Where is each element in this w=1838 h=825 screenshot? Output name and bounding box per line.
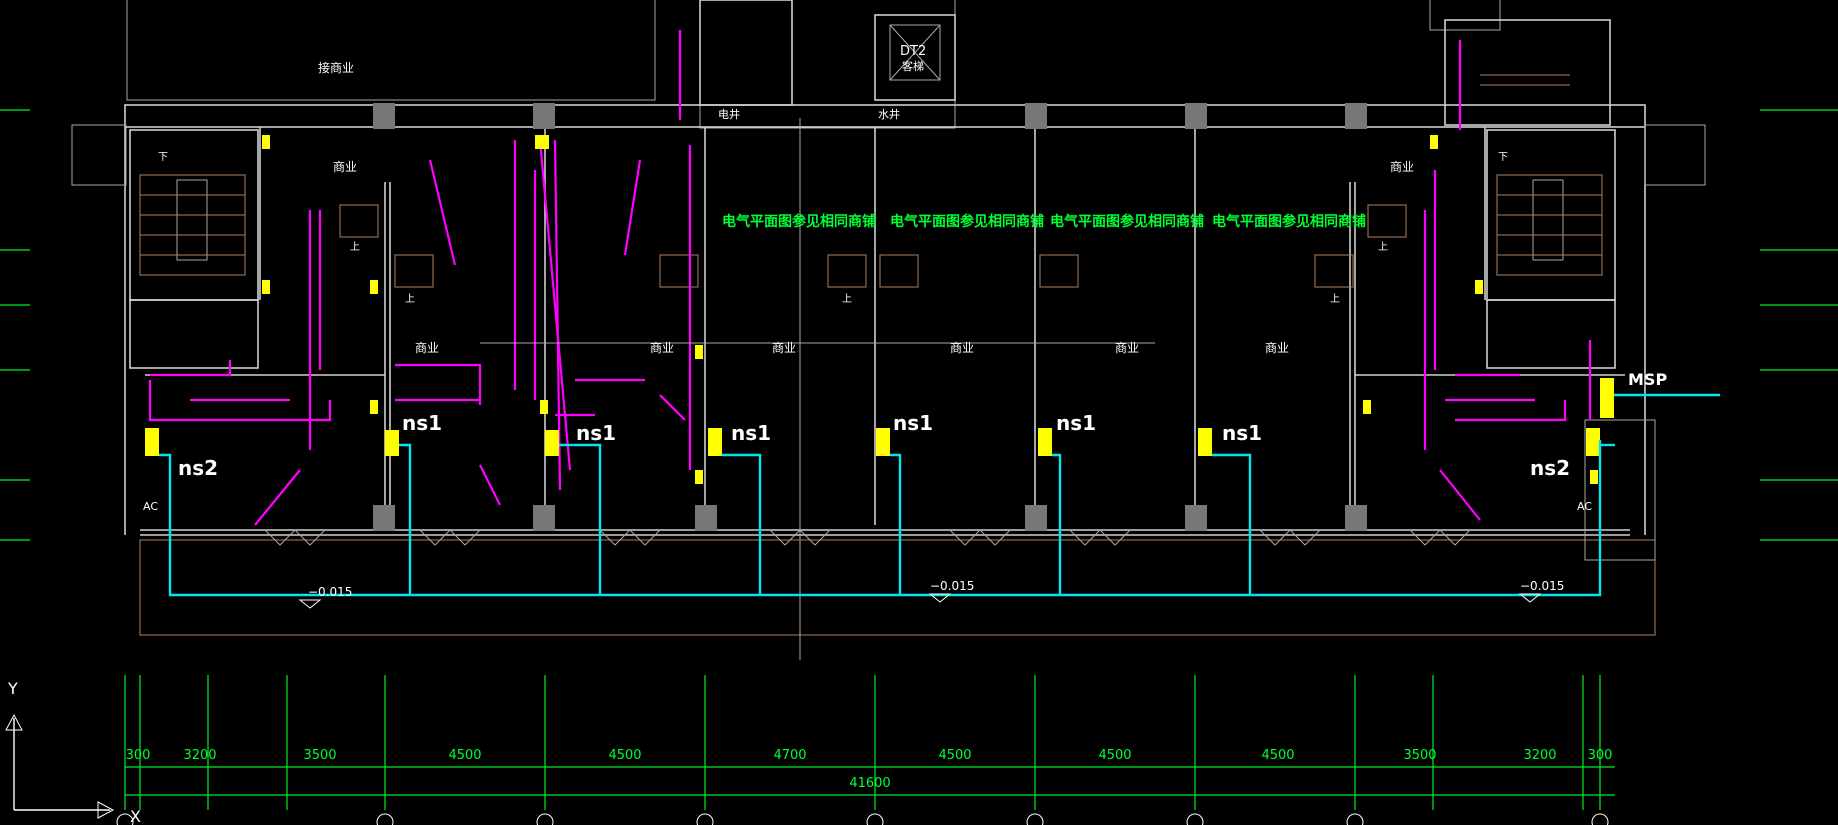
outer-walls (71, 104, 1706, 636)
panel-labels: ns2 ns1 ns1 ns1 ns1 ns1 ns1 ns2 MSP AC A… (143, 370, 1667, 513)
room-label: 商业 (1115, 340, 1139, 355)
dimension-bay: 3200 (183, 748, 216, 763)
note-text: 电气平面图参见相同商铺 (1212, 213, 1366, 230)
dimension-bay: 300 (1588, 748, 1613, 763)
panel-label-ns1: ns1 (402, 411, 442, 435)
cad-drawing: 商业 商业 商业 商业 商业 商业 商业 商业 接商业 电井 水井 DT2 客梯… (0, 0, 1838, 825)
panel-label-ns1: ns1 (893, 411, 933, 435)
note-text: 电气平面图参见相同商铺 (722, 213, 876, 230)
reference-notes: 电气平面图参见相同商铺 电气平面图参见相同商铺 电气平面图参见相同商铺 电气平面… (722, 213, 1366, 230)
stair-up-label: 上 (1378, 241, 1388, 253)
axis-bubble (536, 813, 554, 825)
axis-bubble (376, 813, 394, 825)
dimension-bay: 4500 (448, 748, 481, 763)
axis-bubble (1346, 813, 1364, 825)
panel-label-ns2: ns2 (1530, 456, 1570, 480)
stair-up-label: 上 (405, 293, 415, 305)
room-label: 商业 (415, 340, 439, 355)
structural-columns (373, 103, 1367, 531)
stair-down-label: 下 (1498, 152, 1508, 163)
storefront-windows (264, 529, 1471, 546)
dimension-bay: 4500 (608, 748, 641, 763)
right-stair (1444, 19, 1616, 369)
stair-up-label: 上 (350, 241, 360, 253)
panel-ns1-4 (876, 428, 890, 456)
axis-bubble (1591, 813, 1609, 825)
axis-bubbles (116, 813, 1609, 825)
reference-lines (480, 118, 1155, 660)
panel-msp (1600, 378, 1614, 418)
dimension-bay: 300 (126, 748, 151, 763)
water-well-label: 水井 (878, 107, 900, 121)
panel-ns1-1 (385, 430, 399, 456)
panel-ns1-2 (545, 430, 559, 456)
ucs-y-label: Y (7, 679, 18, 698)
elevation-label: −0.015 (930, 579, 974, 593)
ucs-icon: Y X (5, 679, 141, 825)
stair-up-label: 上 (842, 293, 852, 305)
room-label: 商业 (333, 159, 357, 174)
stair-up-label: 上 (1330, 293, 1340, 305)
room-label: 商业 (650, 340, 674, 355)
elevator-id: DT2 (900, 44, 926, 59)
stair-down-label: 下 (158, 152, 168, 163)
panel-ns1-3 (708, 428, 722, 456)
elevator-room-label: 客梯 (902, 59, 924, 73)
dimension-bay: 3200 (1523, 748, 1556, 763)
ac-label: AC (143, 500, 158, 513)
room-labels: 商业 商业 商业 商业 商业 商业 商业 商业 接商业 电井 水井 DT2 客梯… (158, 44, 1508, 355)
elevation-label: −0.015 (1520, 579, 1564, 593)
axis-bubble (866, 813, 884, 825)
panel-ns1-6 (1198, 428, 1212, 456)
room-label: 商业 (772, 340, 796, 355)
room-label: 商业 (1390, 159, 1414, 174)
dimension-bay: 3500 (303, 748, 336, 763)
panel-ns1-5 (1038, 428, 1052, 456)
dimension-bay: 4500 (1261, 748, 1294, 763)
distribution-panels (145, 378, 1614, 456)
axis-bubble (1186, 813, 1204, 825)
dimension-bay: 4500 (938, 748, 971, 763)
dimension-lines: 300 3200 3500 4500 4500 4700 4500 4500 4500 3500 3… (124, 675, 1615, 810)
panel-label-msp: MSP (1628, 370, 1667, 389)
elec-well-label: 电井 (718, 107, 740, 121)
axis-bubble (1026, 813, 1044, 825)
connect-commerce-label: 接商业 (318, 60, 354, 75)
dimension-bay: 4500 (1098, 748, 1131, 763)
left-stair (129, 129, 259, 369)
room-label: 商业 (1265, 340, 1289, 355)
axis-bubble (696, 813, 714, 825)
panel-label-ns1: ns1 (1056, 411, 1096, 435)
note-text: 电气平面图参见相同商铺 (1050, 213, 1204, 230)
panel-label-ns1: ns1 (1222, 421, 1262, 445)
panel-label-ns2: ns2 (178, 456, 218, 480)
elevation-label: −0.015 (308, 585, 352, 599)
note-text: 电气平面图参见相同商铺 (890, 213, 1044, 230)
panel-ns2-left (145, 428, 159, 456)
ucs-x-label: X (130, 807, 141, 825)
room-label: 商业 (950, 340, 974, 355)
elevation-markers: −0.015 −0.015 −0.015 (298, 579, 1564, 609)
ac-label: AC (1577, 500, 1592, 513)
dimension-bay: 3500 (1403, 748, 1436, 763)
dimension-total: 41600 (849, 776, 890, 791)
panel-ns2-right (1586, 428, 1600, 456)
panel-label-ns1: ns1 (576, 421, 616, 445)
dimension-bay: 4700 (773, 748, 806, 763)
panel-label-ns1: ns1 (731, 421, 771, 445)
partition-walls (145, 127, 1625, 525)
power-trunk (159, 393, 1720, 597)
